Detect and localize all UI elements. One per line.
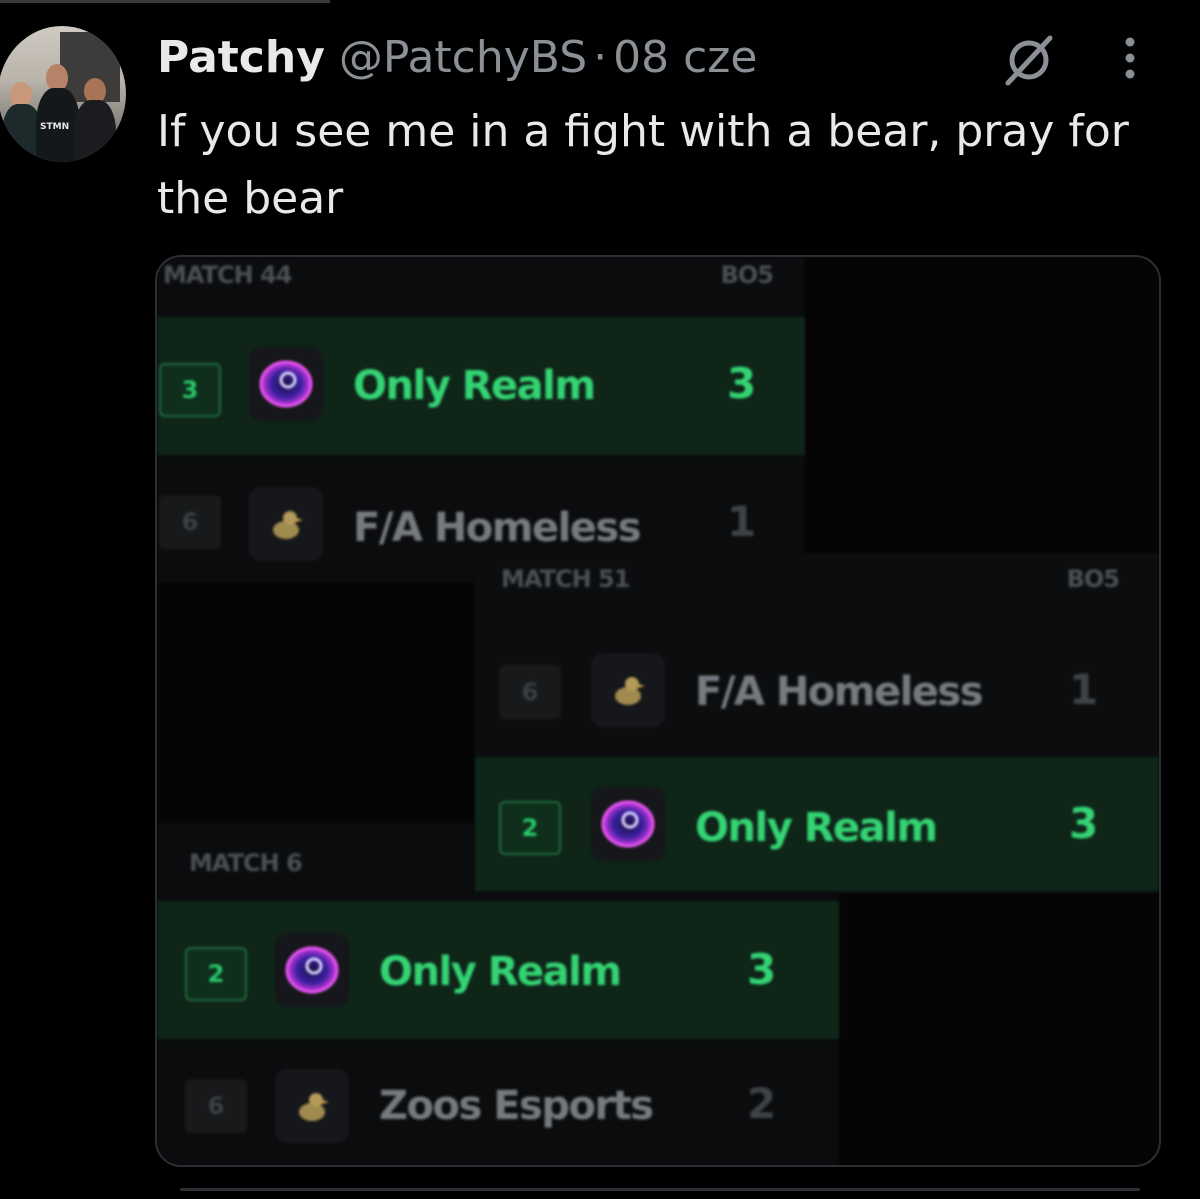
team-logo	[249, 487, 323, 561]
tweet-text: If you see me in a fight with a bear, pr…	[157, 106, 1129, 224]
match-label: MATCH 6	[189, 849, 303, 877]
match-card: MATCH 44 BO5 3 Only Realm 3 6 F/A Homele…	[157, 257, 805, 583]
tweet-date[interactable]: 08 cze	[613, 32, 757, 83]
team-name: Only Realm	[379, 949, 622, 995]
team-logo	[591, 787, 665, 861]
team-logo	[275, 1069, 349, 1143]
duck-logo-icon	[299, 1093, 329, 1121]
team-score: 3	[727, 359, 757, 408]
team-logo	[275, 933, 349, 1007]
user-handle[interactable]: @PatchyBS	[339, 32, 587, 83]
seed-badge: 2	[499, 801, 561, 855]
avatar-shirt-logo: STMN	[40, 122, 70, 132]
seed-badge: 2	[185, 947, 247, 1001]
bracket-row: 2 Only Realm 3	[475, 757, 1159, 891]
seed-badge: 6	[499, 665, 561, 719]
team-name: Zoos Esports	[379, 1083, 654, 1129]
only-realm-logo-icon	[601, 800, 655, 848]
seed-badge: 3	[159, 363, 221, 417]
team-name: F/A Homeless	[353, 505, 642, 551]
match-label: MATCH 44	[163, 261, 292, 289]
duck-logo-icon	[273, 511, 303, 539]
scroll-indicator	[0, 0, 330, 3]
match-card: MATCH 51 BO5 6 F/A Homeless 1 2 Only Rea…	[475, 553, 1159, 893]
only-realm-logo-icon	[259, 360, 313, 408]
grok-slash-icon[interactable]	[1000, 34, 1058, 86]
bracket-row: 6 Zoos Esports 2	[157, 1039, 839, 1165]
team-score: 1	[1069, 665, 1099, 714]
team-score: 2	[747, 1079, 777, 1128]
team-score: 3	[1069, 799, 1099, 848]
bracket-row: 6 F/A Homeless 1	[475, 623, 1159, 757]
display-name[interactable]: Patchy	[157, 32, 325, 83]
team-name: Only Realm	[695, 805, 938, 851]
match-format: BO5	[1066, 565, 1120, 593]
duck-logo-icon	[615, 677, 645, 705]
seed-badge: 6	[159, 495, 221, 549]
team-logo	[249, 347, 323, 421]
bracket-row: 3 Only Realm 3	[157, 317, 805, 455]
team-score: 1	[727, 497, 757, 546]
tweet-header: Patchy @PatchyBS · 08 cze	[157, 30, 757, 86]
seed-badge: 6	[185, 1079, 247, 1133]
avatar-person	[74, 100, 116, 162]
team-logo	[591, 653, 665, 727]
more-vertical-icon[interactable]	[1110, 34, 1150, 84]
team-name: F/A Homeless	[695, 669, 984, 715]
match-format: BO5	[720, 261, 774, 289]
tweet-media-image[interactable]: MATCH 44 BO5 3 Only Realm 3 6 F/A Homele…	[155, 255, 1161, 1167]
next-card-edge	[180, 1188, 1140, 1191]
team-name: Only Realm	[353, 363, 596, 409]
match-label: MATCH 51	[501, 565, 630, 593]
separator: ·	[593, 32, 608, 83]
only-realm-logo-icon	[285, 946, 339, 994]
avatar[interactable]: STMN	[0, 26, 126, 162]
bracket-row: 2 Only Realm 3	[157, 901, 839, 1039]
team-score: 3	[747, 945, 777, 994]
